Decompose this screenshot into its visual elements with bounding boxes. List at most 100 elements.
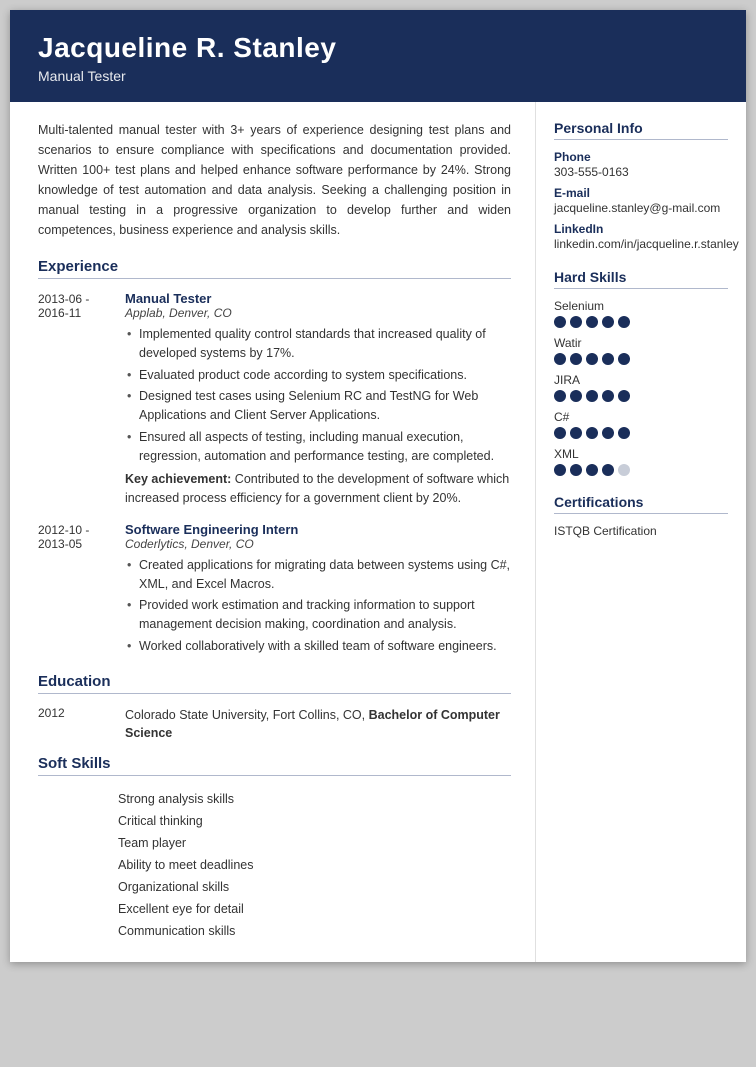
exp-content-1: Manual Tester Applab, Denver, CO Impleme… [125, 291, 511, 508]
phone-label: Phone [554, 150, 728, 164]
hard-skill-name-xml: XML [554, 447, 728, 461]
personal-info-title: Personal Info [554, 120, 728, 140]
dot-1 [554, 464, 566, 476]
dot-1 [554, 390, 566, 402]
soft-skill-6: Excellent eye for detail [118, 898, 511, 920]
hard-skill-name-watir: Watir [554, 336, 728, 350]
hard-skill-csharp: C# [554, 410, 728, 439]
exp-date-start-1: 2013-06 - [38, 292, 89, 306]
skill-dots-selenium [554, 316, 728, 328]
dot-1 [554, 316, 566, 328]
email-label: E-mail [554, 186, 728, 200]
email-value: jacqueline.stanley@g-mail.com [554, 201, 728, 215]
exp-bullet-1-2: Evaluated product code according to syst… [125, 366, 511, 385]
dot-1 [554, 427, 566, 439]
exp-bullet-1-3: Designed test cases using Selenium RC an… [125, 387, 511, 425]
hard-skill-name-jira: JIRA [554, 373, 728, 387]
hard-skill-watir: Watir [554, 336, 728, 365]
resume-header: Jacqueline R. Stanley Manual Tester [10, 10, 746, 102]
linkedin-value: linkedin.com/in/jacqueline.r.stanley [554, 237, 728, 251]
hard-skill-selenium: Selenium [554, 299, 728, 328]
dot-5 [618, 353, 630, 365]
resume-body: Multi-talented manual tester with 3+ yea… [10, 102, 746, 962]
edu-description-plain: Colorado State University, Fort Collins,… [125, 708, 365, 722]
soft-skill-4: Ability to meet deadlines [118, 854, 511, 876]
hard-skill-name-csharp: C# [554, 410, 728, 424]
dot-2 [570, 427, 582, 439]
soft-skills-list: Strong analysis skills Critical thinking… [118, 788, 511, 942]
skill-dots-watir [554, 353, 728, 365]
exp-bullet-2-3: Worked collaboratively with a skilled te… [125, 637, 511, 656]
cert-item-1: ISTQB Certification [554, 524, 728, 538]
experience-item-1: 2013-06 - 2016-11 Manual Tester Applab, … [38, 291, 511, 508]
skill-dots-jira [554, 390, 728, 402]
exp-bullets-1: Implemented quality control standards th… [125, 325, 511, 465]
dot-2 [570, 390, 582, 402]
dot-1 [554, 353, 566, 365]
exp-bullets-2: Created applications for migrating data … [125, 556, 511, 656]
soft-skills-section: Soft Skills Strong analysis skills Criti… [38, 755, 511, 942]
exp-bullet-2-1: Created applications for migrating data … [125, 556, 511, 594]
soft-skills-section-title: Soft Skills [38, 755, 511, 776]
main-column: Multi-talented manual tester with 3+ yea… [10, 102, 536, 962]
dot-3 [586, 353, 598, 365]
dot-2 [570, 316, 582, 328]
exp-date-start-2: 2012-10 - [38, 523, 89, 537]
exp-company-2: Coderlytics, Denver, CO [125, 537, 511, 551]
linkedin-label: LinkedIn [554, 222, 728, 236]
hard-skill-name-selenium: Selenium [554, 299, 728, 313]
exp-content-2: Software Engineering Intern Coderlytics,… [125, 522, 511, 659]
dot-2 [570, 353, 582, 365]
soft-skill-3: Team player [118, 832, 511, 854]
hard-skills-title: Hard Skills [554, 269, 728, 289]
soft-skill-1: Strong analysis skills [118, 788, 511, 810]
dot-3 [586, 464, 598, 476]
dot-4 [602, 427, 614, 439]
skill-dots-xml [554, 464, 728, 476]
exp-job-title-1: Manual Tester [125, 291, 511, 306]
exp-job-title-2: Software Engineering Intern [125, 522, 511, 537]
education-section-title: Education [38, 673, 511, 694]
dot-4 [602, 353, 614, 365]
exp-date-end-1: 2016-11 [38, 306, 81, 320]
resume-page: Jacqueline R. Stanley Manual Tester Mult… [10, 10, 746, 962]
exp-bullet-1-1: Implemented quality control standards th… [125, 325, 511, 363]
dot-3 [586, 427, 598, 439]
dot-3 [586, 316, 598, 328]
hard-skills-section: Hard Skills Selenium Watir [554, 269, 728, 476]
experience-item-2: 2012-10 - 2013-05 Software Engineering I… [38, 522, 511, 659]
edu-content-1: Colorado State University, Fort Collins,… [125, 706, 511, 744]
dot-4 [602, 464, 614, 476]
soft-skill-7: Communication skills [118, 920, 511, 942]
experience-section: Experience 2013-06 - 2016-11 Manual Test… [38, 258, 511, 659]
phone-value: 303-555-0163 [554, 165, 728, 179]
candidate-name: Jacqueline R. Stanley [38, 32, 718, 64]
experience-section-title: Experience [38, 258, 511, 279]
dot-2 [570, 464, 582, 476]
personal-info-section: Personal Info Phone 303-555-0163 E-mail … [554, 120, 728, 251]
soft-skill-5: Organizational skills [118, 876, 511, 898]
certifications-title: Certifications [554, 494, 728, 514]
dot-4 [602, 390, 614, 402]
edu-year-1: 2012 [38, 706, 113, 744]
exp-bullet-1-4: Ensured all aspects of testing, includin… [125, 428, 511, 466]
dot-5 [618, 390, 630, 402]
exp-bullet-2-2: Provided work estimation and tracking in… [125, 596, 511, 634]
dot-5 [618, 464, 630, 476]
exp-date-end-2: 2013-05 [38, 537, 82, 551]
sidebar: Personal Info Phone 303-555-0163 E-mail … [536, 102, 746, 962]
exp-company-1: Applab, Denver, CO [125, 306, 511, 320]
exp-dates-1: 2013-06 - 2016-11 [38, 291, 113, 508]
dot-5 [618, 316, 630, 328]
hard-skill-xml: XML [554, 447, 728, 476]
summary-text: Multi-talented manual tester with 3+ yea… [38, 120, 511, 240]
soft-skill-2: Critical thinking [118, 810, 511, 832]
exp-dates-2: 2012-10 - 2013-05 [38, 522, 113, 659]
dot-4 [602, 316, 614, 328]
key-achievement-1: Key achievement: Contributed to the deve… [125, 470, 511, 508]
education-item-1: 2012 Colorado State University, Fort Col… [38, 706, 511, 744]
skill-dots-csharp [554, 427, 728, 439]
candidate-title: Manual Tester [38, 68, 718, 84]
dot-5 [618, 427, 630, 439]
dot-3 [586, 390, 598, 402]
